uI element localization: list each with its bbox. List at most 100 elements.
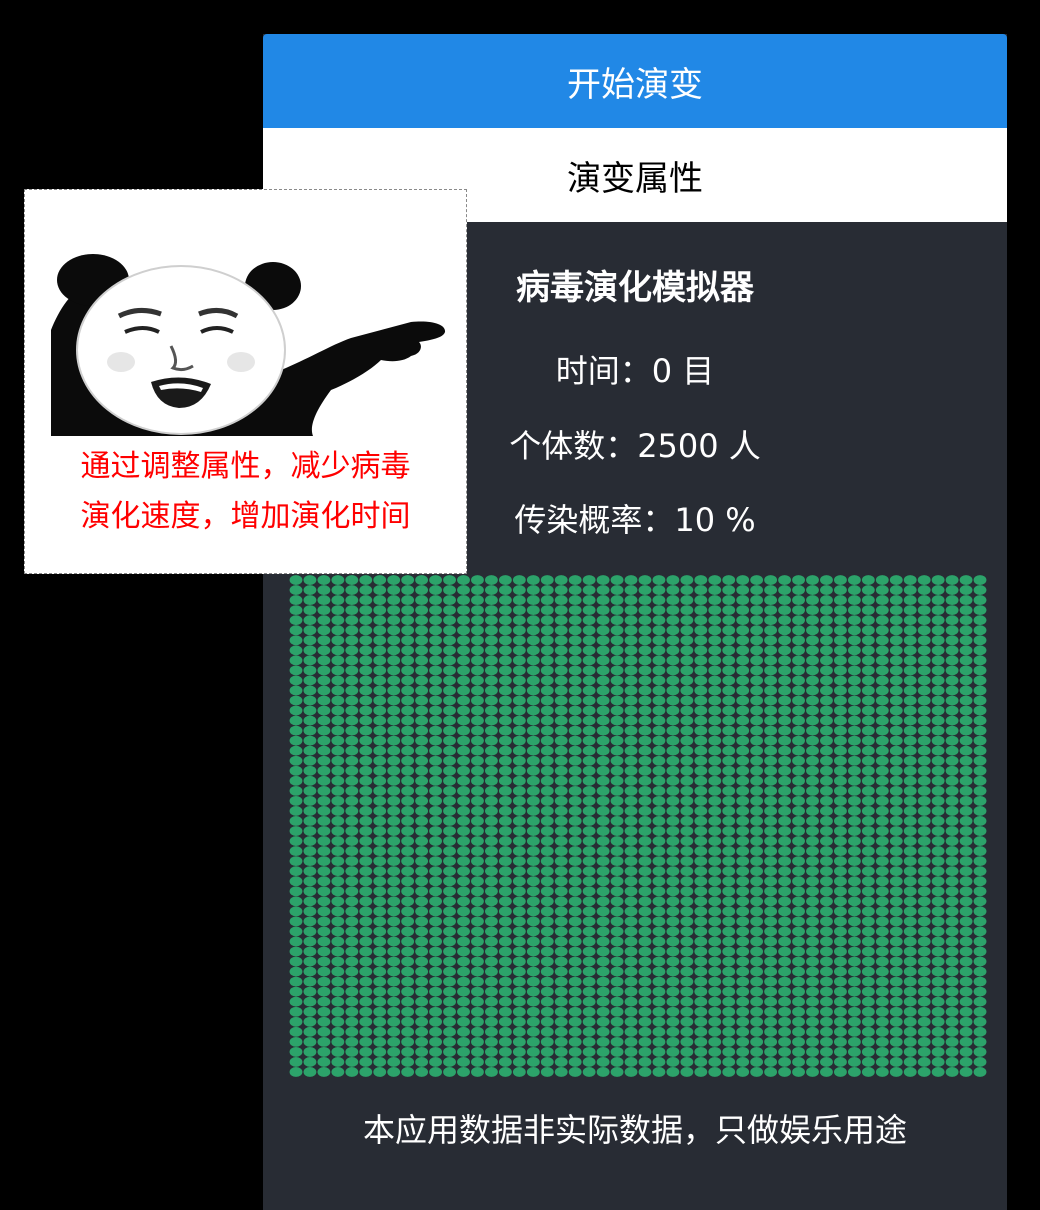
individual-dot [917,795,931,806]
individual-dot [722,775,736,786]
individual-dot [443,645,456,656]
individual-dot [387,745,401,756]
individual-dot [582,886,596,897]
individual-dot [624,695,638,706]
individual-dot [359,695,373,706]
individual-dot [722,806,736,816]
individual-dot [415,675,429,686]
individual-dot [959,986,973,997]
individual-dot [806,966,819,977]
individual-dot [722,856,736,867]
individual-dot [638,986,652,997]
individual-dot [792,806,805,816]
individual-dot [485,1036,498,1047]
individual-dot [554,765,568,776]
individual-dot [498,866,512,877]
individual-dot [931,755,945,766]
individual-dot [708,876,722,887]
individual-dot [429,575,442,585]
individual-dot [373,966,387,977]
individual-dot [303,866,317,877]
individual-dot [903,976,917,987]
individual-dot [610,946,624,957]
individual-dot [847,585,861,595]
individual-dot [722,595,736,606]
individual-dot [317,655,331,666]
individual-dot [959,595,973,606]
individual-dot [973,705,987,716]
individual-dot [289,936,303,947]
individual-dot [875,755,889,766]
individual-dot [917,695,931,706]
individual-dot [373,625,387,636]
individual-dot [457,685,470,696]
individual-dot [485,876,498,887]
individual-dot [847,806,861,816]
individual-dot [875,595,889,606]
individual-dot [443,1036,456,1047]
individual-dot [680,986,694,997]
individual-dot [931,695,945,706]
individual-dot [373,725,387,736]
individual-dot [931,1036,945,1047]
individual-dot [973,956,987,967]
individual-dot [959,685,973,696]
individual-dot [429,816,442,826]
individual-dot [820,775,833,786]
individual-dot [568,886,582,897]
individual-dot [387,806,401,816]
individual-dot [429,1057,442,1067]
individual-dot [806,836,819,846]
individual-dot [694,595,708,606]
individual-dot [652,916,666,927]
individual-dot [303,645,317,656]
individual-dot [638,715,652,726]
individual-dot [708,585,722,595]
individual-dot [582,1006,596,1017]
individual-dot [331,826,345,836]
individual-dot [764,856,778,867]
individual-dot [889,585,903,595]
individual-dot [736,896,750,907]
individual-dot [582,675,596,686]
individual-dot [708,665,722,676]
individual-dot [429,665,442,676]
individual-dot [359,715,373,726]
individual-dot [638,765,652,776]
individual-dot [680,946,694,957]
individual-dot [959,575,973,585]
individual-dot [945,886,959,897]
individual-dot [666,1006,680,1017]
start-evolution-button[interactable]: 开始演变 [263,34,1007,128]
individual-dot [875,896,889,907]
individual-dot [778,695,791,706]
individual-dot [945,1057,959,1067]
individual-dot [736,906,750,917]
individual-dot [638,755,652,766]
individual-dot [764,926,778,937]
individual-dot [457,785,470,796]
individual-dot [485,1067,498,1077]
individual-dot [778,745,791,756]
individual-dot [387,946,401,957]
individual-dot [568,605,582,616]
individual-dot [582,1016,596,1027]
individual-dot [610,675,624,686]
individual-dot [666,816,680,826]
individual-dot [806,595,819,606]
individual-dot [471,1006,484,1017]
individual-dot [359,635,373,646]
individual-dot [345,926,359,937]
individual-dot [512,896,526,907]
individual-dot [959,1046,973,1057]
individual-dot [806,785,819,796]
individual-dot [834,785,847,796]
individual-dot [792,996,805,1007]
individual-dot [303,675,317,686]
individual-dot [834,946,847,957]
individual-dot [289,816,303,826]
individual-dot [652,1057,666,1067]
individual-dot [806,775,819,786]
individual-dot [736,916,750,927]
individual-dot [331,886,345,897]
